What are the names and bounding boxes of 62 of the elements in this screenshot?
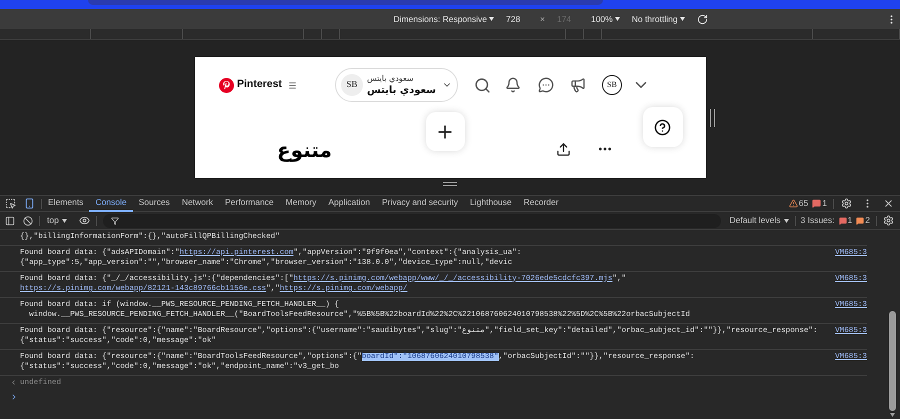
warning-icon [788, 199, 798, 208]
close-icon[interactable] [883, 198, 894, 209]
error-icon [812, 199, 822, 208]
devtools-tab[interactable]: Elements [42, 195, 90, 212]
help-button[interactable] [642, 107, 683, 147]
devtools-tab[interactable]: Sources [132, 195, 176, 212]
devtools-tab[interactable]: Console [89, 195, 133, 212]
inspect-icon[interactable] [5, 198, 16, 209]
caret-icon [62, 218, 67, 222]
issues-label[interactable]: 3 Issues: [800, 214, 835, 227]
filter-field[interactable] [102, 214, 722, 228]
device-toggle-icon[interactable] [24, 198, 35, 209]
search-icon[interactable] [474, 76, 491, 94]
add-button[interactable] [426, 112, 465, 151]
warning-icon [856, 216, 864, 224]
error-icon [838, 216, 847, 224]
caret-icon [614, 17, 620, 21]
eye-icon[interactable] [78, 215, 90, 226]
profile-avatar[interactable]: SB [602, 75, 622, 95]
dimensions-dropdown[interactable]: Dimensions: Responsive [393, 12, 494, 26]
logo-text: Pinterest [237, 77, 282, 92]
prompt-icon[interactable] [10, 393, 18, 401]
account-name: سعودي بايتس [366, 85, 436, 97]
resize-handle[interactable] [710, 108, 715, 126]
width-input[interactable]: 728 [506, 12, 528, 26]
levels-dropdown[interactable]: Default levels [729, 214, 788, 227]
times-sign: × [540, 12, 545, 26]
devtools-tab[interactable]: Recorder [518, 195, 565, 212]
issue-error-count[interactable]: 1 [848, 214, 852, 227]
devtools-tab[interactable]: Application [322, 195, 376, 212]
caret-icon [680, 17, 685, 21]
share-icon[interactable] [556, 142, 571, 157]
devtools-tab[interactable]: Lighthouse [464, 195, 518, 212]
caret-icon [784, 218, 788, 222]
devtools-tab[interactable]: Memory [280, 195, 322, 212]
warning-count[interactable]: 65 [798, 197, 808, 210]
settings-icon[interactable] [841, 198, 852, 209]
caret-icon [489, 17, 494, 21]
resize-handle[interactable] [443, 182, 457, 186]
sidebar-icon[interactable] [5, 216, 15, 226]
clear-icon[interactable] [23, 216, 33, 226]
board-title: متنوع [277, 137, 332, 163]
context-dropdown[interactable]: top [47, 214, 67, 227]
account-handle: سعودي بايتس [366, 73, 414, 85]
throttling-dropdown[interactable]: No throttling [632, 12, 685, 26]
account-avatar: SB [340, 74, 363, 96]
menu-icon[interactable] [288, 80, 297, 90]
chat-icon[interactable] [538, 77, 554, 93]
devtools-tab[interactable]: Privacy and security [376, 195, 464, 212]
settings-icon[interactable] [883, 215, 894, 226]
devtools-tab[interactable]: Network [176, 195, 219, 212]
pin-logo-icon [219, 78, 234, 92]
error-count[interactable]: 1 [822, 197, 827, 210]
megaphone-icon[interactable] [570, 77, 586, 93]
bell-icon[interactable] [504, 77, 521, 93]
devtools-tab[interactable]: Performance [219, 195, 280, 212]
zoom-dropdown[interactable]: 100% [590, 12, 620, 26]
filter-icon [110, 216, 119, 224]
rotate-icon[interactable] [696, 14, 708, 24]
issue-warning-count[interactable]: 2 [865, 214, 870, 227]
scroll-down-icon[interactable] [890, 413, 894, 417]
help-icon [654, 118, 672, 136]
